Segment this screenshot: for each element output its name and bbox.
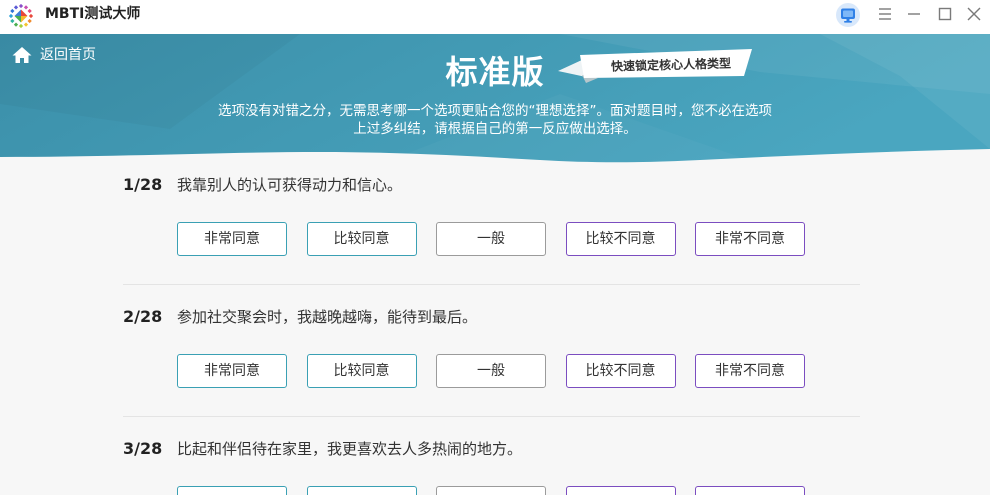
mbti-logo-icon <box>8 3 34 29</box>
question-text: 我靠别人的认可获得动力和信心。 <box>177 176 403 194</box>
close-button[interactable] <box>966 6 982 22</box>
header-banner: 返回首页 标准版 快速锁定核心人格类型 选项没有对错之分，无需思考哪一个选项更贴… <box>0 34 990 164</box>
description-line-2: 上过多纠结，请根据自己的第一反应做出选择。 <box>353 121 637 137</box>
option-neutral[interactable]: 一般 <box>436 222 546 256</box>
option-strongly-agree[interactable]: 非常同意 <box>177 222 287 256</box>
option-strongly-agree[interactable] <box>177 486 287 495</box>
question-item: 2/28 参加社交聚会时，我越晚越嗨，能待到最后。 非常同意 比较同意 一般 比… <box>0 306 990 438</box>
option-agree[interactable] <box>306 486 417 495</box>
option-disagree[interactable]: 比较不同意 <box>565 222 676 256</box>
option-strongly-disagree[interactable]: 非常不同意 <box>695 222 805 256</box>
answer-options: 非常同意 比较同意 一般 比较不同意 非常不同意 <box>177 222 805 256</box>
option-agree[interactable]: 比较同意 <box>306 222 417 256</box>
monitor-icon[interactable] <box>836 3 860 27</box>
option-disagree[interactable] <box>565 486 676 495</box>
option-agree[interactable]: 比较同意 <box>306 354 417 388</box>
question-divider <box>123 284 860 285</box>
question-number: 2/28 <box>123 307 163 326</box>
hamburger-menu-icon <box>879 8 891 20</box>
menu-button[interactable] <box>877 6 893 22</box>
question-item: 1/28 我靠别人的认可获得动力和信心。 非常同意 比较同意 一般 比较不同意 … <box>0 174 990 306</box>
option-strongly-agree[interactable]: 非常同意 <box>177 354 287 388</box>
option-strongly-disagree[interactable] <box>695 486 805 495</box>
page-title: 标准版 <box>445 53 545 91</box>
answer-options: 非常同意 比较同意 一般 比较不同意 非常不同意 <box>177 354 805 388</box>
title-bar: MBTI测试大师 <box>0 0 990 34</box>
question-number: 3/28 <box>123 439 163 458</box>
question-text: 比起和伴侣待在家里，我更喜欢去人多热闹的地方。 <box>177 440 523 458</box>
minimize-icon <box>908 13 920 15</box>
option-neutral[interactable] <box>436 486 546 495</box>
maximize-icon <box>938 7 952 21</box>
question-text: 参加社交聚会时，我越晚越嗨，能待到最后。 <box>177 308 478 326</box>
option-strongly-disagree[interactable]: 非常不同意 <box>695 354 805 388</box>
question-divider <box>123 416 860 417</box>
option-disagree[interactable]: 比较不同意 <box>565 354 676 388</box>
question-number: 1/28 <box>123 175 163 194</box>
minimize-button[interactable] <box>906 6 922 22</box>
close-icon <box>967 7 981 21</box>
option-neutral[interactable]: 一般 <box>436 354 546 388</box>
version-ribbon: 快速锁定核心人格类型 <box>556 47 754 83</box>
answer-options <box>177 486 805 495</box>
maximize-button[interactable] <box>937 6 953 22</box>
app-title: MBTI测试大师 <box>45 6 141 22</box>
description-line-1: 选项没有对错之分，无需思考哪一个选项更贴合您的“理想选择”。面对题目时，您不必在… <box>218 103 772 119</box>
question-item: 3/28 比起和伴侣待在家里，我更喜欢去人多热闹的地方。 <box>0 438 990 495</box>
app-window: MBTI测试大师 返回首页 标准版 快速锁定核心人格类型 选项没有对错之分，无需… <box>0 0 990 495</box>
